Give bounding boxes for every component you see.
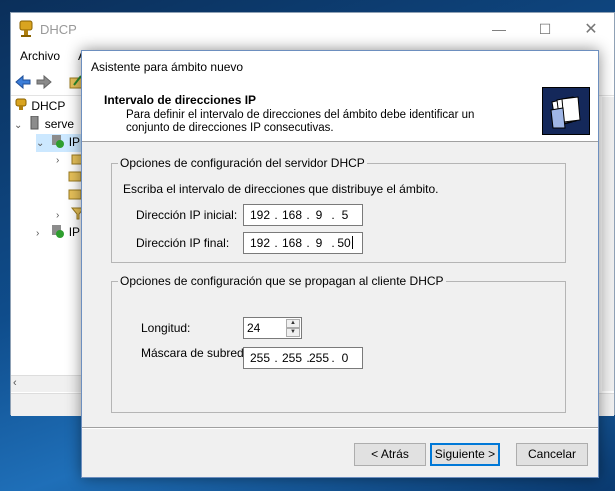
start-ip-field[interactable]: 192 . 168 . 9 . 5 — [243, 204, 363, 226]
start-ip-octet-4[interactable]: 5 — [332, 208, 358, 222]
close-button[interactable]: ✕ — [568, 13, 614, 46]
client-options-group: Opciones de configuración que se propaga… — [111, 274, 566, 413]
end-ip-octet-4[interactable]: 50 — [332, 236, 358, 250]
folder-icon — [68, 189, 82, 200]
forward-arrow-icon[interactable] — [35, 73, 53, 91]
collapse-chevron-icon[interactable]: › — [56, 155, 68, 166]
tree-item-folder[interactable] — [68, 188, 82, 206]
dhcp-app-icon — [19, 20, 33, 37]
ipv6-icon — [52, 225, 65, 238]
folder-icon — [68, 171, 82, 182]
dhcp-window-title: DHCP — [40, 22, 77, 37]
page-title: Intervalo de direcciones IP — [104, 93, 257, 107]
end-ip-label: Dirección IP final: — [136, 236, 230, 250]
mask-octet-4[interactable]: 0 — [332, 351, 358, 365]
length-value[interactable]: 24 — [247, 321, 260, 335]
tree-label-ipv4: IP — [68, 135, 81, 149]
end-ip-octet-1[interactable]: 192 — [247, 236, 273, 250]
start-ip-octet-3[interactable]: 9 — [306, 208, 332, 222]
horizontal-scrollbar[interactable]: ‹ — [11, 375, 81, 392]
dhcp-titlebar[interactable]: DHCP — ☐ ✕ — [11, 13, 614, 46]
tree-item-dhcp[interactable]: DHCP — [14, 98, 65, 116]
new-scope-wizard-dialog: Asistente para ámbito nuevo Intervalo de… — [81, 50, 599, 478]
tree-item-server[interactable]: ⌄ serve — [14, 115, 75, 134]
wizard-header: Intervalo de direcciones IP Para definir… — [82, 81, 598, 142]
button-separator — [82, 427, 598, 429]
ipv4-icon — [52, 135, 65, 148]
start-ip-octet-2[interactable]: 168 — [279, 208, 305, 222]
console-tree: DHCP ⌄ serve ⌄ IP › › › IP — [11, 97, 86, 377]
length-stepper[interactable]: 24 ▲ ▼ — [243, 317, 302, 339]
maximize-button[interactable]: ☐ — [522, 13, 568, 46]
end-ip-field[interactable]: 192 . 168 . 9 . 50 — [243, 232, 363, 254]
page-description: Para definir el intervalo de direcciones… — [126, 109, 475, 134]
spin-down-icon[interactable]: ▼ — [286, 328, 300, 337]
expand-chevron-icon[interactable]: ⌄ — [14, 120, 26, 131]
wizard-titlebar[interactable]: Asistente para ámbito nuevo — [82, 51, 598, 81]
subnet-mask-field[interactable]: 255 . 255 . 255 . 0 — [243, 347, 363, 369]
server-icon — [30, 115, 39, 130]
scroll-left-icon[interactable]: ‹ — [13, 377, 17, 389]
mask-octet-2[interactable]: 255 — [279, 351, 305, 365]
text-cursor — [351, 236, 353, 249]
next-button[interactable]: Siguiente > — [430, 443, 500, 466]
menu-archivo[interactable]: Archivo — [20, 49, 60, 63]
expand-chevron-icon[interactable]: ⌄ — [36, 138, 48, 149]
dhcp-root-icon — [15, 98, 27, 110]
tree-item-ipv4[interactable]: ⌄ IP — [36, 134, 81, 152]
tree-item-ipv6[interactable]: › IP — [36, 224, 80, 242]
mask-octet-3[interactable]: 255 — [306, 351, 332, 365]
server-options-legend: Opciones de configuración del servidor D… — [118, 156, 367, 170]
back-arrow-icon[interactable] — [14, 73, 32, 91]
cancel-button[interactable]: Cancelar — [516, 443, 588, 466]
server-options-group: Opciones de configuración del servidor D… — [111, 156, 566, 263]
tree-item-folder[interactable] — [68, 170, 82, 188]
end-ip-octet-3[interactable]: 9 — [306, 236, 332, 250]
tree-label-server: serve — [44, 117, 75, 131]
start-ip-octet-1[interactable]: 192 — [247, 208, 273, 222]
tree-label-dhcp: DHCP — [31, 99, 66, 113]
collapse-chevron-icon[interactable]: › — [56, 210, 68, 221]
minimize-button[interactable]: — — [476, 13, 522, 46]
mask-octet-1[interactable]: 255 — [247, 351, 273, 365]
spin-up-icon[interactable]: ▲ — [286, 319, 300, 328]
client-options-legend: Opciones de configuración que se propaga… — [118, 274, 446, 288]
wizard-folders-icon — [542, 87, 590, 135]
end-ip-octet-2[interactable]: 168 — [279, 236, 305, 250]
wizard-title: Asistente para ámbito nuevo — [91, 60, 244, 74]
start-ip-label: Dirección IP inicial: — [136, 208, 238, 222]
tree-label-ipv6: IP — [68, 225, 81, 239]
range-instruction: Escriba el intervalo de direcciones que … — [123, 182, 439, 196]
collapse-chevron-icon[interactable]: › — [36, 228, 48, 239]
vertical-scrollbar[interactable] — [602, 97, 614, 391]
back-button[interactable]: < Atrás — [354, 443, 426, 466]
end-ip-octet-4-value: 50 — [337, 236, 351, 250]
subnet-mask-label: Máscara de subred: — [141, 346, 248, 360]
length-label: Longitud: — [141, 321, 191, 335]
